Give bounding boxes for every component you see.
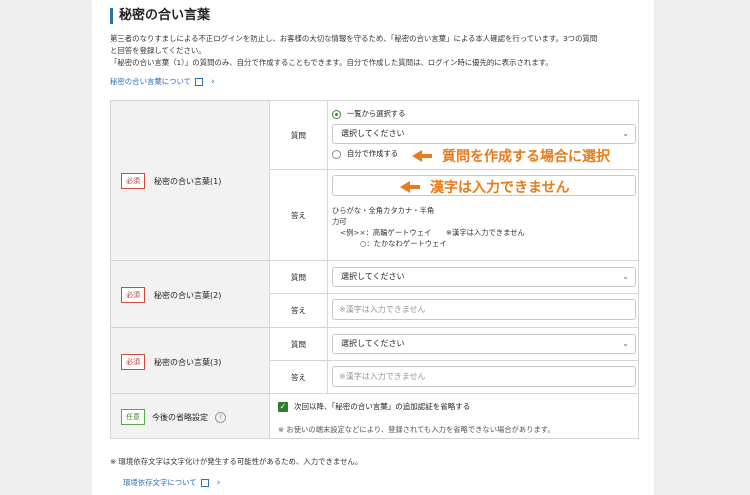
answer-input-2[interactable]: ※漢字は入力できません — [332, 299, 636, 320]
secret-row-2: 必須 秘密の合い言葉(2) 質問 答え 選択してください ⌄ ※漢字は入力できま… — [111, 261, 638, 328]
chevron-down-icon: ⌄ — [622, 272, 629, 281]
intro-line-1: 第三者のなりすましによる不正ログインを防止し、お客様の大切な情報を守るため、「秘… — [110, 34, 598, 43]
checkbox-checked-icon: ✓ — [278, 401, 288, 412]
hint-line-1: ひらがな・全角カタカナ・半角 — [332, 206, 435, 215]
callout-create-question: 質問を作成する場合に選択 — [412, 146, 610, 166]
radio-select-from-list[interactable]: 一覧から選択する — [332, 109, 405, 119]
optional-badge: 任意 — [121, 409, 145, 425]
row-label-cell: 必須 秘密の合い言葉(1) — [111, 101, 270, 260]
secret-row-3: 必須 秘密の合い言葉(3) 質問 答え 選択してください ⌄ ※漢字は入力できま… — [111, 328, 638, 394]
row-label: 秘密の合い言葉(1) — [154, 176, 222, 186]
hint-example-good: ○：たかなわゲートウェイ — [360, 239, 447, 248]
hint-line-2: 力可 — [332, 217, 347, 226]
radio-label: 自分で作成する — [347, 149, 399, 158]
question-label: 質問 — [270, 101, 328, 169]
select-value: 選択してください — [341, 129, 405, 138]
about-secret-link-label: 秘密の合い言葉について — [110, 77, 192, 86]
skip-setting-row: 任意 今後の省略設定 ? ✓ 次回以降、「秘密の合い言葉」の追加認証を省略する … — [111, 394, 638, 438]
answer-input-3[interactable]: ※漢字は入力できません — [332, 366, 636, 387]
intro-text: 第三者のなりすましによる不正ログインを防止し、お客様の大切な情報を守るため、「秘… — [110, 33, 640, 69]
radio-label: 一覧から選択する — [347, 109, 406, 118]
row-label-cell: 必須 秘密の合い言葉(2) — [111, 261, 270, 327]
required-badge: 必須 — [121, 354, 145, 370]
skip-note: ※ お使いの端末設定などにより、登録されても入力を省略できない場合があります。 — [278, 425, 555, 434]
question-label: 質問 — [270, 328, 328, 360]
row-label: 今後の省略設定 — [152, 412, 208, 422]
select-value: 選択してください — [341, 339, 405, 348]
row-label: 秘密の合い言葉(2) — [154, 290, 222, 300]
callout-text: 質問を作成する場合に選択 — [442, 149, 610, 165]
callout-text: 漢字は入力できません — [430, 180, 570, 196]
answer-label: 答え — [270, 169, 328, 261]
arrow-left-icon — [400, 181, 420, 193]
radio-create-own[interactable]: 自分で作成する — [332, 149, 398, 159]
checkbox-label: 次回以降、「秘密の合い言葉」の追加認証を省略する — [294, 402, 471, 411]
env-chars-link-label: 環境依存文字について — [123, 478, 197, 487]
chevron-right-icon: › — [216, 477, 221, 488]
row-label: 秘密の合い言葉(3) — [154, 357, 222, 367]
required-badge: 必須 — [121, 173, 145, 189]
page-title: 秘密の合い言葉 — [110, 8, 210, 24]
select-value: 選択してください — [341, 272, 405, 281]
answer-placeholder: ※漢字は入力できません — [339, 305, 426, 314]
external-window-icon — [195, 77, 204, 86]
chevron-down-icon: ⌄ — [622, 129, 629, 138]
required-badge: 必須 — [121, 287, 145, 303]
answer-placeholder: ※漢字は入力できません — [339, 372, 426, 381]
external-window-icon — [200, 478, 209, 487]
answer-label: 答え — [270, 360, 328, 394]
question-label: 質問 — [270, 261, 328, 293]
question-select-1[interactable]: 選択してください ⌄ — [332, 124, 636, 144]
row-label-cell: 任意 今後の省略設定 ? — [111, 394, 270, 438]
env-chars-link[interactable]: 環境依存文字について › — [123, 477, 220, 488]
answer-label: 答え — [270, 293, 328, 328]
question-select-2[interactable]: 選択してください ⌄ — [332, 267, 636, 287]
row-label-cell: 必須 秘密の合い言葉(3) — [111, 328, 270, 393]
intro-line-3: 「秘密の合い言葉（1）」の質問のみ、自分で作成することもできます。自分で作成した… — [110, 58, 553, 67]
about-secret-link[interactable]: 秘密の合い言葉について › — [110, 76, 215, 87]
intro-line-2: と回答を登録してください。 — [110, 46, 206, 55]
answer-hint: ひらがな・全角カタカナ・半角 力可 <例>×：高輪ゲートウェイ ※漢字は入力でき… — [332, 205, 525, 249]
arrow-left-icon — [412, 150, 432, 162]
footer-note: ※ 環境依存文字は文字化けが発生する可能性があるため、入力できません。 — [110, 457, 363, 466]
help-icon[interactable]: ? — [215, 411, 226, 423]
chevron-right-icon: › — [211, 76, 215, 87]
question-select-3[interactable]: 選択してください ⌄ — [332, 334, 636, 354]
skip-auth-checkbox[interactable]: ✓ 次回以降、「秘密の合い言葉」の追加認証を省略する — [278, 401, 470, 412]
chevron-down-icon: ⌄ — [622, 339, 629, 348]
callout-no-kanji: 漢字は入力できません — [400, 177, 570, 197]
hint-example-bad: <例>×：高輪ゲートウェイ ※漢字は入力できません — [340, 228, 525, 237]
radio-unchecked-icon — [332, 149, 341, 159]
radio-checked-icon — [332, 109, 341, 119]
